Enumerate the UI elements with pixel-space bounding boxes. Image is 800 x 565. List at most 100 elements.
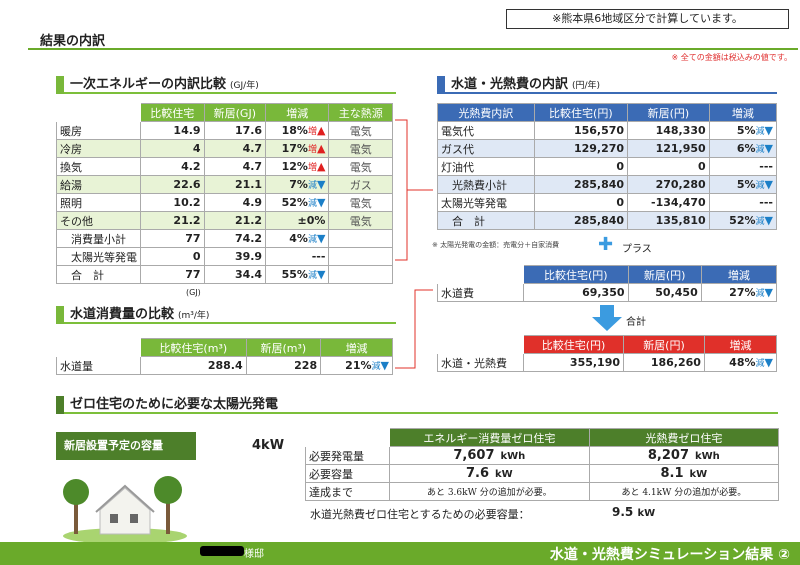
cost-diff-value: ---	[759, 160, 773, 173]
energy-table: 比較住宅 新居(GJ) 増減 主な熱源 暖房 14.9 17.6 18%増▲ 電気 冷房 4…	[56, 103, 393, 284]
zero-header-blank	[305, 428, 390, 447]
energy-diff-value: ---	[311, 250, 326, 263]
heading-marker	[56, 396, 64, 414]
zero-cost-value: あと 4.1kW 分の追加が必要。	[621, 488, 747, 498]
up-arrow-icon: ▲	[316, 160, 326, 173]
water-cost-table: 比較住宅(円) 新居(円) 増減 水道費 69,350 50,450 27%減▼	[437, 265, 778, 302]
energy-row: 冷房 4 4.7 17%増▲ 電気	[56, 139, 393, 158]
energy-source	[328, 247, 393, 266]
title-divider	[28, 48, 798, 50]
energy-compare-value: 4	[140, 139, 205, 158]
zero-unit: kW	[495, 469, 513, 480]
energy-diff-value: 52%	[281, 196, 308, 209]
redacted-owner-name	[200, 546, 244, 556]
energy-diff-cell: 18%増▲	[265, 121, 330, 140]
energy-diff-cell: 17%増▲	[265, 139, 330, 158]
energy-diff-cell: ±0%	[265, 211, 330, 230]
total-cost-table: 比較住宅(円) 新居(円) 増減 水道・光熱費 355,190 186,260 …	[437, 335, 778, 372]
cost-compare-value: 129,270	[533, 139, 629, 158]
water-cost-col-new: 新居(円)	[627, 265, 702, 284]
energy-compare-value: 14.9	[140, 121, 205, 140]
zero-row-label: 達成まで	[305, 482, 390, 501]
energy-diff-mark: 増	[307, 127, 317, 137]
down-arrow-icon: ▼	[764, 356, 773, 369]
total-col-new: 新居(円)	[623, 335, 705, 354]
water-cost-header: 比較住宅(円) 新居(円) 増減	[437, 265, 778, 284]
energy-source: 電気	[328, 211, 393, 230]
water-section-title: 水道消費量の比較	[70, 307, 175, 322]
total-cost-compare: 355,190	[522, 353, 625, 372]
connector-lines	[395, 119, 433, 369]
zero-col-cost: 光熱費ゼロ住宅	[588, 428, 780, 447]
cost-row: 合 計 285,840 135,810 52%減▼	[437, 211, 778, 230]
region-note: ※熊本県6地域区分で計算しています。	[506, 9, 789, 29]
cost-compare-value: 285,840	[533, 175, 629, 194]
energy-diff-cell: 12%増▲	[265, 157, 330, 176]
sum-arrow-icon	[592, 305, 622, 331]
cost-row: 電気代 156,570 148,330 5%減▼	[437, 121, 778, 140]
energy-section-title: 一次エネルギーの内訳比較	[70, 77, 227, 92]
water-col-compare: 比較住宅(m³)	[140, 338, 247, 357]
energy-unit: (GJ/年)	[230, 81, 259, 91]
energy-diff-value: 17%	[281, 142, 308, 155]
energy-row-label: 冷房	[56, 139, 141, 158]
energy-compare-value: 4.2	[140, 157, 205, 176]
capacity-label: 新居設置予定の容量	[56, 432, 196, 460]
cost-row-label: 光熱費小計	[437, 175, 535, 194]
water-row-label: 水道量	[56, 356, 141, 375]
water-cost-header-blank	[437, 265, 524, 284]
energy-source: 電気	[328, 157, 393, 176]
zero-section-heading: ゼロ住宅のために必要な太陽光発電	[56, 396, 778, 414]
energy-diff-cell: 52%減▼	[265, 193, 330, 212]
cost-row: 太陽光等発電 0 -134,470 ---	[437, 193, 778, 212]
water-table: 比較住宅(m³) 新居(m³) 増減 水道量 288.4 228 21%減▼	[56, 338, 393, 375]
plus-label: プラス	[622, 244, 652, 255]
cost-row: 灯油代 0 0 ---	[437, 157, 778, 176]
up-arrow-icon: ▲	[316, 142, 326, 155]
owner-suffix: 様邸	[244, 549, 264, 560]
water-compare-value: 288.4	[140, 356, 247, 375]
energy-diff-value: 4%	[289, 232, 308, 245]
cost-compare-value: 156,570	[533, 121, 629, 140]
energy-diff-cell: 4%減▼	[265, 229, 330, 248]
total-col-diff: 増減	[703, 335, 778, 354]
energy-row-label: 給湯	[56, 175, 141, 194]
zero-cost-value-cell: 8.1 kW	[588, 464, 780, 483]
energy-diff-mark: 減	[307, 271, 317, 281]
zero-cost-value-cell: あと 4.1kW 分の追加が必要。	[588, 482, 780, 501]
down-arrow-icon: ▼	[764, 286, 773, 299]
zero-energy-value: 7.6	[465, 466, 490, 481]
down-arrow-icon: ▼	[316, 232, 326, 245]
zero-row-label: 必要発電量	[305, 446, 390, 465]
energy-row: 換気 4.2 4.7 12%増▲ 電気	[56, 157, 393, 176]
zero-table: エネルギー消費量ゼロ住宅 光熱費ゼロ住宅 必要発電量 7,607 kWh 8,207 k…	[305, 428, 780, 501]
water-cost-col-diff: 増減	[700, 265, 778, 284]
energy-compare-value: 0	[140, 247, 205, 266]
cost-new-value: -134,470	[627, 193, 710, 212]
water-unit: (m³/年)	[178, 311, 210, 321]
energy-row: その他 21.2 21.2 ±0% 電気	[56, 211, 393, 230]
zero-energy-value: あと 3.6kW 分の追加が必要。	[426, 488, 552, 498]
cost-table: 光熱費内訳 比較住宅(円) 新居(円) 増減 電気代 156,570 148,330…	[437, 103, 778, 230]
cost-diff-cell: 6%減▼	[708, 139, 778, 158]
zero-energy-value-cell: 7.6 kW	[389, 464, 590, 483]
energy-row: 給湯 22.6 21.1 7%減▼ ガス	[56, 175, 393, 194]
energy-diff-value: ±0%	[297, 214, 326, 227]
zero-col-energy: エネルギー消費量ゼロ住宅	[389, 428, 590, 447]
energy-source	[328, 265, 393, 284]
plus-icon: ✚	[598, 234, 614, 255]
cost-diff-cell: 5%減▼	[708, 121, 778, 140]
total-cost-diff-cell: 48%減▼	[703, 353, 778, 372]
cost-diff-cell: ---	[708, 193, 778, 212]
zero-energy-value-cell: あと 3.6kW 分の追加が必要。	[389, 482, 590, 501]
energy-diff-value: 18%	[281, 124, 308, 137]
energy-row: 合 計 77 34.4 55%減▼	[56, 265, 393, 284]
energy-source	[328, 229, 393, 248]
cost-row-label: 電気代	[437, 121, 535, 140]
energy-row: 太陽光等発電 0 39.9 ---	[56, 247, 393, 266]
energy-source: 電気	[328, 139, 393, 158]
energy-new-value: 21.2	[203, 211, 267, 230]
water-diff-mark: 減	[371, 362, 381, 372]
energy-new-value: 21.1	[203, 175, 267, 194]
total-header-blank	[437, 335, 524, 354]
